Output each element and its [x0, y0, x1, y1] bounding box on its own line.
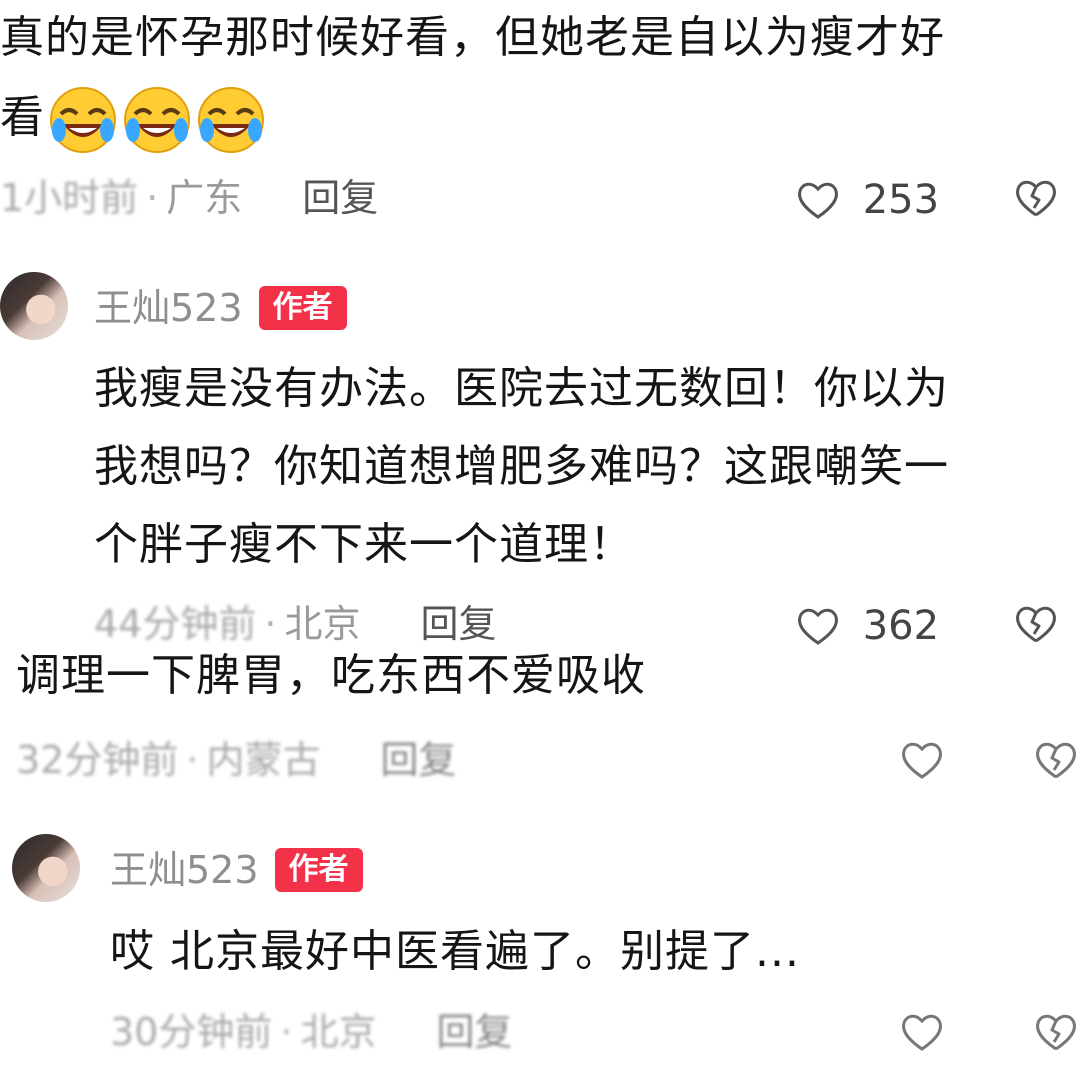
comment-1-line-2: 看: [0, 78, 1080, 158]
comment-1-like[interactable]: 253: [796, 176, 939, 222]
comment-2-line-3: 个胖子瘦不下来一个道理！: [94, 519, 634, 570]
laugh-cry-emoji: [121, 84, 193, 156]
comment-1-line-1: 真的是怀孕那时候好看，但她老是自以为瘦才好: [0, 12, 945, 63]
comment-time: 1小时前: [0, 176, 139, 220]
comment-1-meta: 1小时前 · 广东 回复: [0, 176, 379, 220]
comment-2-line-2: 我想吗？你知道想增肥多难吗？这跟嘲笑一: [94, 441, 949, 492]
comment-1-text: 真的是怀孕那时候好看，但她老是自以为瘦才好 看: [0, 0, 1080, 158]
avatar[interactable]: [12, 834, 80, 902]
like-count: 253: [862, 177, 940, 223]
comment-4-meta: 30分钟前 · 北京 回复: [110, 1010, 513, 1054]
comment-time: 32分钟前: [16, 738, 179, 782]
comment-2-text: 我瘦是没有办法。医院去过无数回！你以为 我想吗？你知道想增肥多难吗？这跟嘲笑一 …: [94, 350, 1080, 584]
comment-location: 北京: [300, 1010, 377, 1054]
like-count: 362: [862, 603, 940, 649]
username[interactable]: 王灿523: [110, 848, 259, 892]
laugh-cry-emoji: [195, 84, 267, 156]
heart-outline-icon[interactable]: [900, 1012, 944, 1052]
reply-button[interactable]: 回复: [302, 176, 378, 220]
author-badge: 作者: [258, 286, 347, 330]
comment-1-line-2-text: 看: [0, 92, 45, 143]
reply-button[interactable]: 回复: [436, 1010, 512, 1054]
heart-outline-icon[interactable]: [796, 180, 840, 220]
broken-heart-icon[interactable]: [1034, 1012, 1078, 1052]
laugh-cry-emoji: [47, 84, 119, 156]
author-badge: 作者: [274, 848, 363, 892]
comment-2-like[interactable]: 362: [796, 602, 939, 648]
comment-location: 内蒙古: [206, 738, 321, 782]
comment-3-meta: 32分钟前 · 内蒙古 回复: [16, 738, 457, 782]
comment-time: 30分钟前: [110, 1010, 273, 1054]
broken-heart-icon[interactable]: [1014, 178, 1058, 218]
comment-4-text: 哎 北京最好中医看遍了。别提了...: [110, 926, 800, 977]
username[interactable]: 王灿523: [94, 286, 243, 330]
comment-4-header: 王灿523 作者: [110, 848, 363, 892]
comment-3-text: 调理一下脾胃，吃东西不爱吸收: [16, 650, 646, 701]
comment-2-header: 王灿523 作者: [94, 286, 347, 330]
heart-outline-icon[interactable]: [900, 740, 944, 780]
comment-2-line-1: 我瘦是没有办法。医院去过无数回！你以为: [94, 363, 949, 414]
comment-location: 广东: [166, 176, 243, 220]
broken-heart-icon[interactable]: [1034, 740, 1078, 780]
avatar[interactable]: [0, 272, 68, 340]
broken-heart-icon[interactable]: [1014, 604, 1058, 644]
reply-button[interactable]: 回复: [380, 738, 456, 782]
heart-outline-icon[interactable]: [796, 606, 840, 646]
